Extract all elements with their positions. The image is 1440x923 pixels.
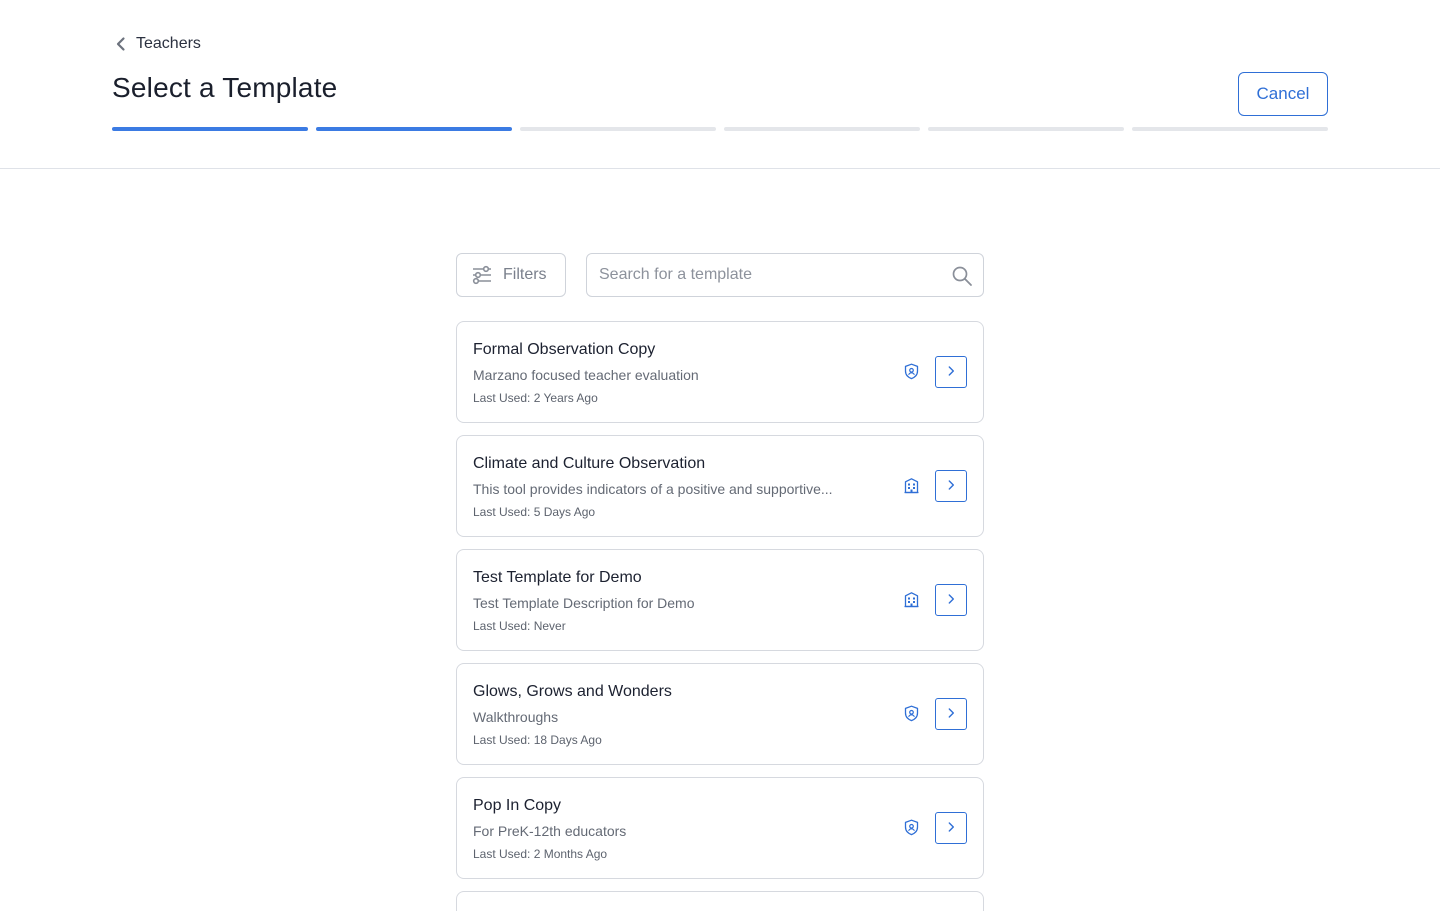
open-template-button[interactable] xyxy=(935,812,967,844)
chevron-right-icon xyxy=(945,707,957,722)
chevron-right-icon xyxy=(945,365,957,380)
template-last-used: Last Used: 2 Years Ago xyxy=(473,391,598,405)
template-card[interactable]: Test Template for Demo Test Template Desc… xyxy=(456,549,984,651)
template-description: Marzano focused teacher evaluation xyxy=(473,367,699,383)
open-template-button[interactable] xyxy=(935,356,967,388)
search-input[interactable] xyxy=(599,254,939,296)
chevron-right-icon xyxy=(945,479,957,494)
progress-step xyxy=(520,127,716,131)
filters-label: Filters xyxy=(503,266,547,283)
template-description: This tool provides indicators of a posit… xyxy=(473,481,833,497)
page-header: Teachers Select a Template Cancel xyxy=(0,0,1440,169)
progress-step xyxy=(724,127,920,131)
building-icon xyxy=(903,477,920,494)
template-name: Formal Observation Copy xyxy=(473,341,656,358)
shield-icon xyxy=(903,363,920,380)
chevron-right-icon xyxy=(945,821,957,836)
template-description: Walkthroughs xyxy=(473,709,559,725)
search-icon[interactable] xyxy=(951,265,973,287)
back-link[interactable]: Teachers xyxy=(112,31,201,57)
template-card[interactable]: Formal Observation Copy Marzano focused t… xyxy=(456,321,984,423)
progress-step xyxy=(1132,127,1328,131)
template-name: Pop In Copy xyxy=(473,797,562,814)
open-template-button[interactable] xyxy=(935,584,967,616)
template-card[interactable] xyxy=(456,891,984,911)
template-name: Climate and Culture Observation xyxy=(473,455,706,472)
search-box xyxy=(586,253,984,297)
template-name: Test Template for Demo xyxy=(473,569,642,586)
open-template-button[interactable] xyxy=(935,698,967,730)
back-link-label: Teachers xyxy=(136,35,201,52)
chevron-left-icon xyxy=(116,37,125,51)
cancel-button[interactable]: Cancel xyxy=(1238,72,1328,116)
open-template-button[interactable] xyxy=(935,470,967,502)
chevron-right-icon xyxy=(945,593,957,608)
shield-icon xyxy=(903,705,920,722)
template-name: Glows, Grows and Wonders xyxy=(473,683,672,700)
template-last-used: Last Used: 5 Days Ago xyxy=(473,505,596,519)
template-list: Formal Observation Copy Marzano focused t… xyxy=(456,321,984,923)
template-last-used: Last Used: Never xyxy=(473,619,566,633)
filters-button[interactable]: Filters xyxy=(456,253,566,297)
template-card[interactable]: Glows, Grows and Wonders Walkthroughs Last… xyxy=(456,663,984,765)
progress-step xyxy=(316,127,512,131)
progress-step xyxy=(112,127,308,131)
template-toolbar: Filters xyxy=(456,253,984,297)
template-last-used: Last Used: 18 Days Ago xyxy=(473,733,602,747)
progress-step xyxy=(928,127,1124,131)
template-last-used: Last Used: 2 Months Ago xyxy=(473,847,608,861)
template-description: For PreK-12th educators xyxy=(473,823,627,839)
template-description: Test Template Description for Demo xyxy=(473,595,695,611)
page-title: Select a Template xyxy=(112,72,338,103)
progress-steps xyxy=(112,127,1328,132)
template-card[interactable]: Climate and Culture Observation This tool… xyxy=(456,435,984,537)
template-card[interactable]: Pop In Copy For PreK-12th educators Last U… xyxy=(456,777,984,879)
building-icon xyxy=(903,591,920,608)
shield-icon xyxy=(903,819,920,836)
sliders-icon xyxy=(472,265,491,285)
